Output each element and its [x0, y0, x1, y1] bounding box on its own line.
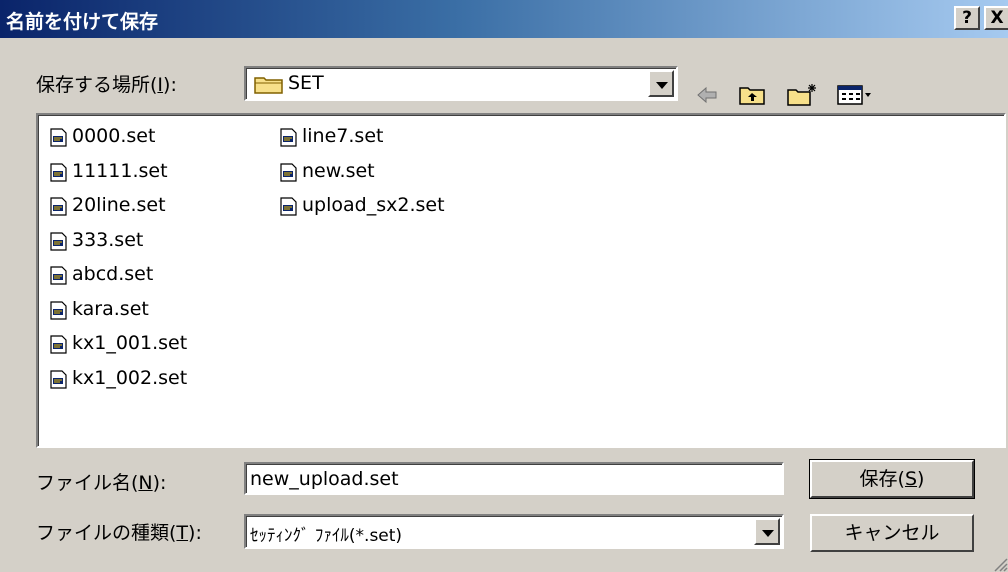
file-name: 333.set — [72, 228, 144, 251]
file-name: new.set — [302, 159, 375, 182]
save-button[interactable]: 保存(S) — [809, 459, 975, 499]
filename-input[interactable]: new_upload.set — [244, 462, 784, 495]
location-combo[interactable]: SET — [244, 66, 678, 101]
help-button[interactable]: ? — [954, 6, 980, 30]
save-as-dialog: 名前を付けて保存 ? X 保存する場所(I): SET 0000.set 1111… — [0, 0, 1008, 572]
location-value-wrap: SET — [254, 72, 324, 94]
file-icon — [50, 266, 67, 285]
file-icon — [50, 369, 67, 389]
close-button-label: X — [990, 8, 1004, 28]
file-icon — [50, 231, 67, 251]
filetype-dropdown-button[interactable] — [754, 518, 780, 545]
file-name: kx1_002.set — [72, 366, 188, 389]
file-list[interactable]: 0000.set 11111.set 20line.set 333.set abcd.s… — [36, 113, 1006, 448]
up-folder-icon[interactable] — [738, 82, 766, 108]
file-icon — [50, 335, 67, 354]
filetype-combo[interactable]: ｾｯﾃｨﾝｸﾞ ﾌｧｲﾙ(*.set) — [244, 514, 784, 549]
file-name: kara.set — [72, 297, 149, 320]
location-value: SET — [288, 72, 324, 94]
file-icon — [280, 128, 297, 147]
file-icon — [50, 197, 67, 216]
file-name: line7.set — [302, 125, 384, 147]
help-button-label: ? — [962, 8, 972, 28]
filetype-value: ｾｯﾃｨﾝｸﾞ ﾌｧｲﾙ(*.set) — [250, 526, 403, 546]
filename-value: new_upload.set — [250, 468, 399, 490]
folder-icon — [254, 76, 283, 94]
location-dropdown-button[interactable] — [648, 70, 674, 97]
location-label: 保存する場所(I): — [36, 74, 177, 96]
new-folder-icon[interactable] — [786, 82, 818, 108]
file-icon — [50, 162, 67, 182]
file-name: abcd.set — [72, 263, 154, 285]
title-bar: 名前を付けて保存 ? X — [0, 0, 1008, 38]
file-name: upload_sx2.set — [302, 194, 445, 216]
filetype-label: ファイルの種類(T): — [36, 522, 202, 544]
file-icon — [50, 128, 67, 147]
file-name: 11111.set — [72, 159, 168, 182]
cancel-button[interactable]: キャンセル — [810, 514, 974, 552]
back-arrow-icon[interactable] — [694, 82, 720, 108]
window-title: 名前を付けて保存 — [6, 11, 159, 33]
resize-grip-icon[interactable] — [992, 556, 1008, 572]
file-icon — [50, 300, 67, 320]
view-menu-icon[interactable] — [836, 82, 874, 108]
file-name: kx1_001.set — [72, 332, 188, 354]
file-name: 0000.set — [72, 125, 156, 147]
file-name: 20line.set — [72, 194, 166, 216]
filename-label: ファイル名(N): — [36, 472, 167, 494]
close-button[interactable]: X — [984, 6, 1008, 30]
file-icon — [280, 197, 297, 216]
file-icon — [280, 162, 297, 182]
